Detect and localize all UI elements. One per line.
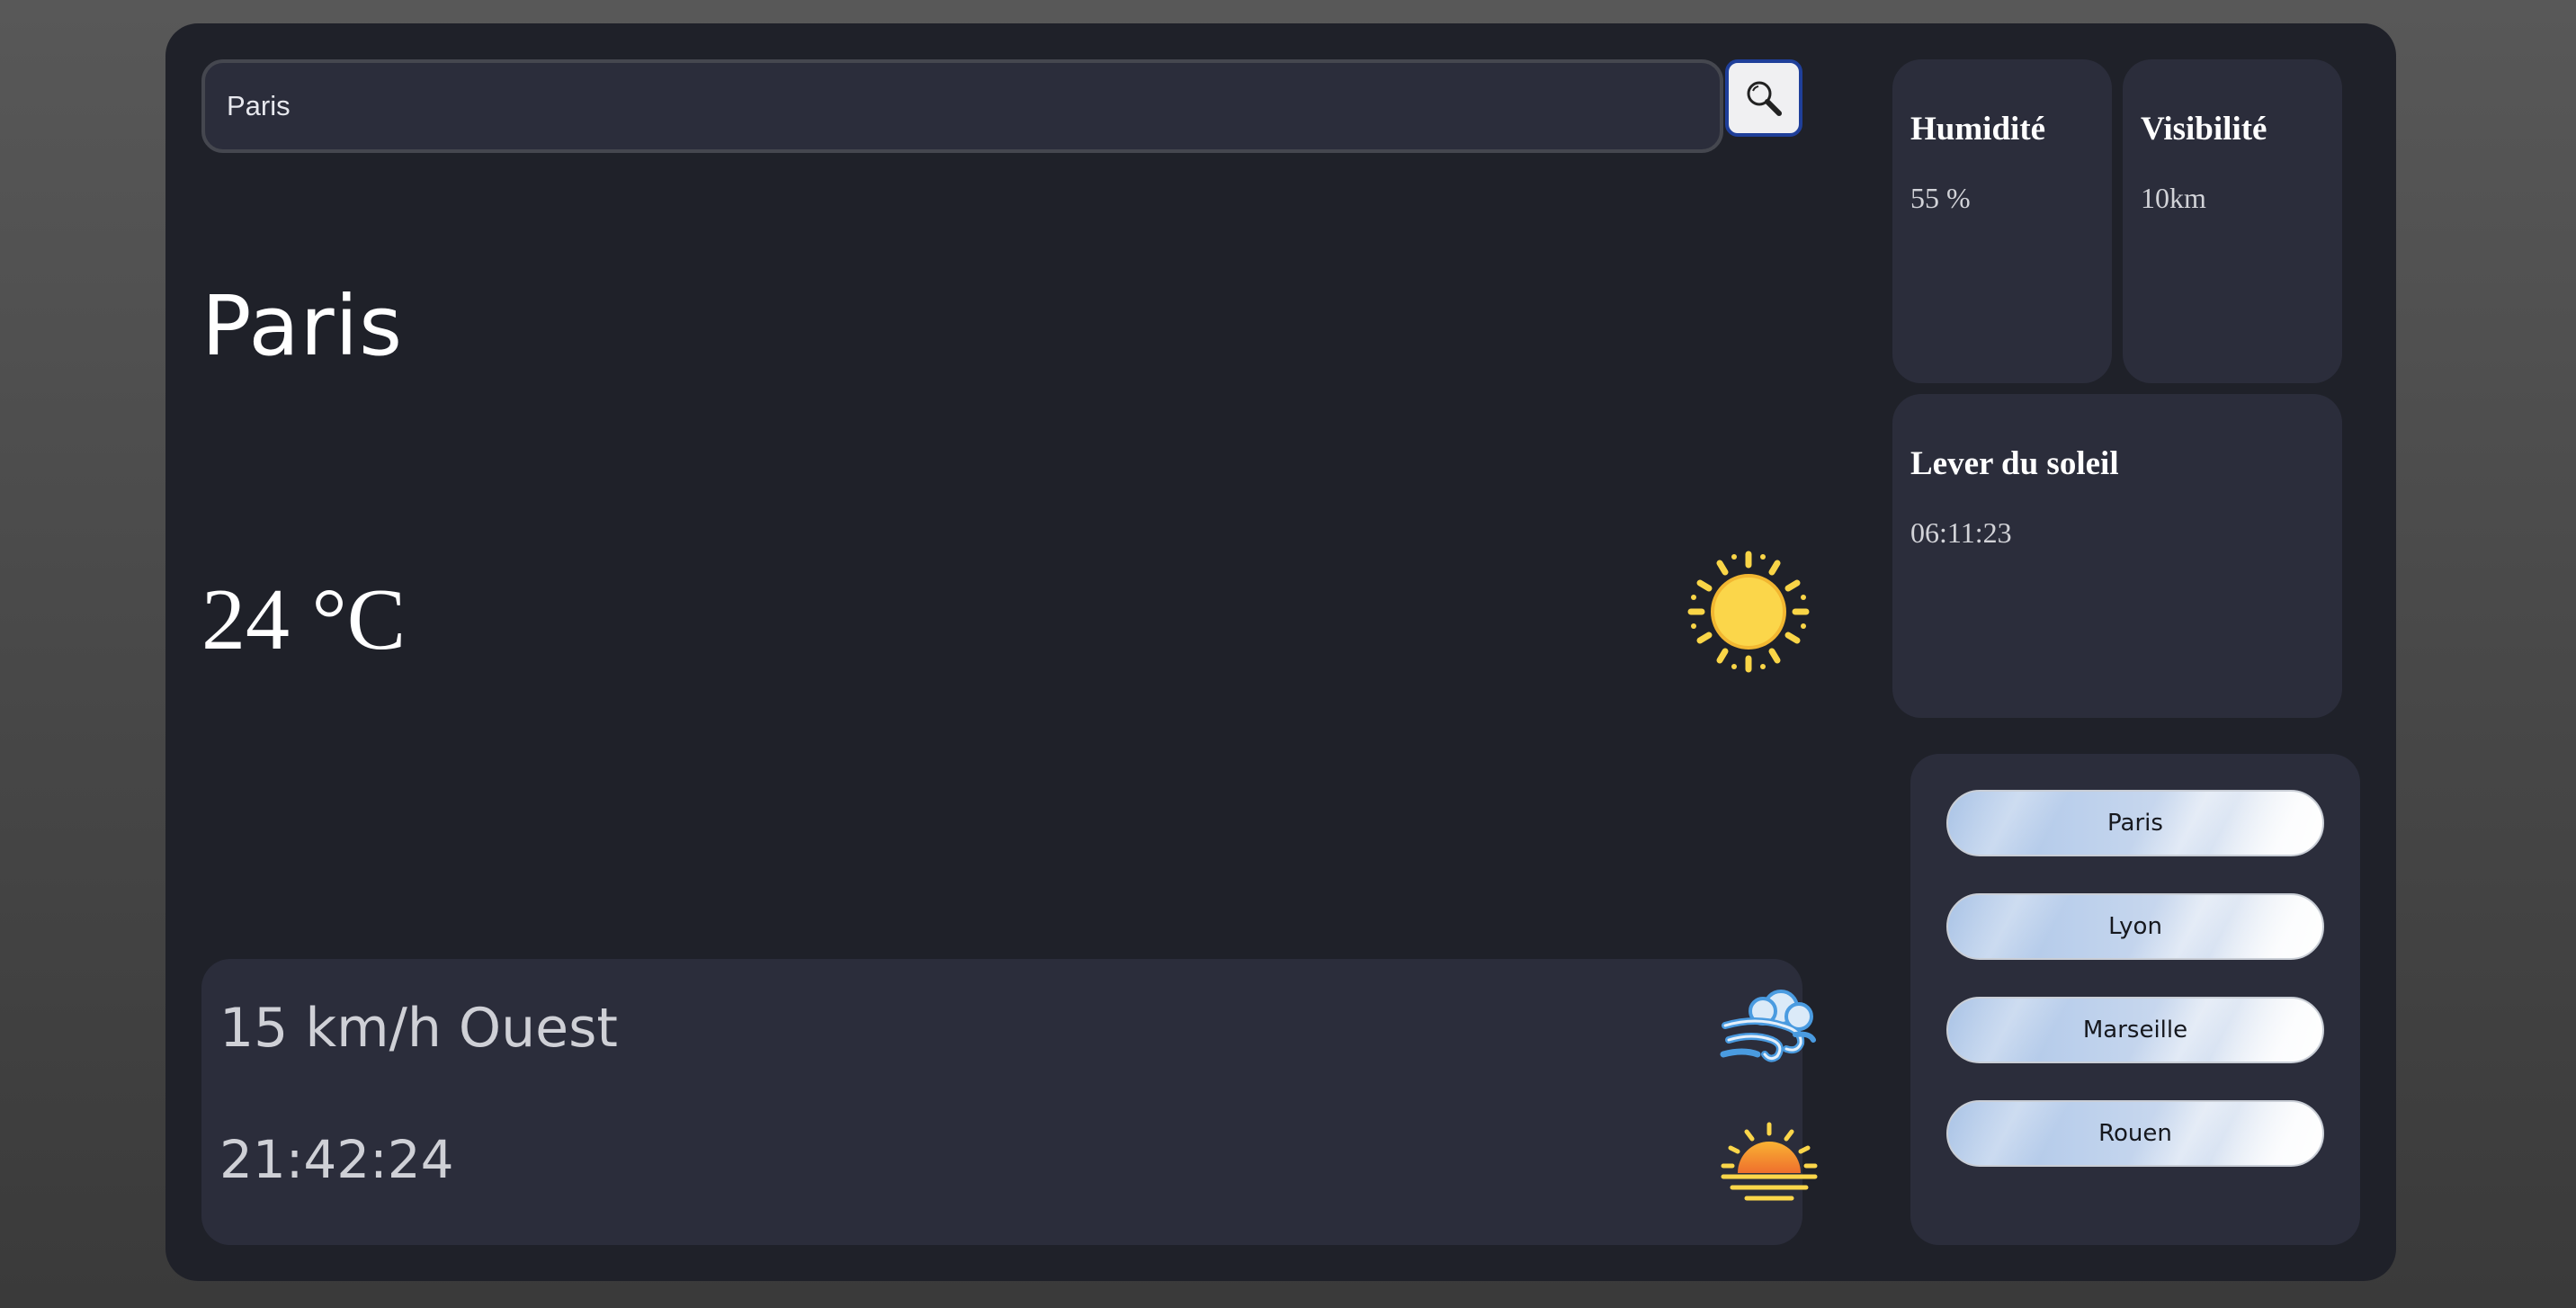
sun-icon [1687, 551, 1810, 673]
city-button-marseille[interactable]: Marseille [1946, 997, 2324, 1063]
humidity-value: 55 % [1910, 182, 1971, 214]
humidity-title: Humidité [1910, 111, 2046, 148]
city-button-lyon[interactable]: Lyon [1946, 893, 2324, 960]
humidity-card: Humidité 55 % [1892, 59, 2112, 383]
visibility-title: Visibilité [2141, 111, 2267, 148]
city-list: Paris Lyon Marseille Rouen [1910, 754, 2360, 1245]
sunset-icon [1721, 1122, 1818, 1201]
sunrise-card: Lever du soleil 06:11:23 [1892, 394, 2342, 718]
temperature: 24 °C [201, 571, 407, 668]
city-title: Paris [201, 278, 404, 374]
weather-app: Paris 24 °C 15 km [165, 23, 2396, 1281]
wind-icon [1720, 990, 1816, 1062]
visibility-value: 10km [2141, 182, 2206, 214]
magnifier-icon [1747, 81, 1782, 116]
city-button-paris[interactable]: Paris [1946, 790, 2324, 856]
sunrise-value: 06:11:23 [1910, 516, 2012, 549]
current-time: 21:42:24 [219, 1129, 454, 1190]
wind-speed: 15 km/h Ouest [219, 997, 618, 1060]
sunrise-title: Lever du soleil [1910, 445, 2119, 482]
visibility-card: Visibilité 10km [2123, 59, 2342, 383]
search-button[interactable] [1725, 59, 1802, 137]
weather-details-panel: 15 km/h Ouest 21:42:24 [201, 959, 1818, 1245]
city-button-rouen[interactable]: Rouen [1946, 1100, 2324, 1167]
search-input[interactable] [201, 59, 1723, 153]
